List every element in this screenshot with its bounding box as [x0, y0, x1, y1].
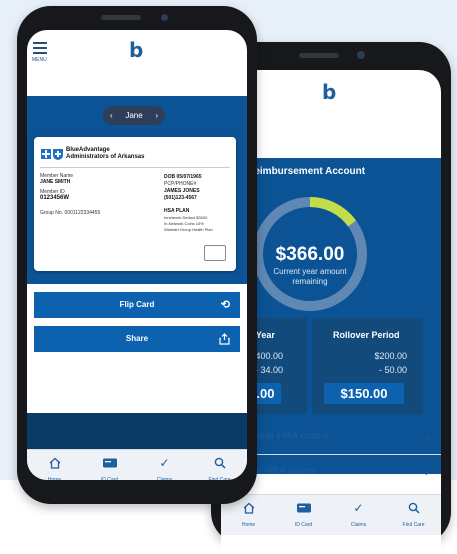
front-phone: MENU b ‹ Jane › BlueAdvantage Administra…	[17, 6, 257, 504]
menu-label: MENU	[32, 57, 47, 63]
member-name-value: JANE SMITH	[40, 179, 71, 185]
tab-label: Home	[47, 477, 62, 480]
current-year-deduction: - 34.00	[254, 365, 283, 375]
id-card: BlueAdvantage Administrators of Arkansas…	[34, 137, 236, 271]
menu-icon[interactable]	[33, 42, 47, 54]
tab-home[interactable]: Home	[27, 450, 82, 480]
share-icon	[219, 326, 230, 355]
rollover-amount: $200.00	[374, 351, 407, 361]
chevron-right-icon: ›	[425, 430, 429, 444]
suitcase-icon	[204, 245, 226, 261]
group-number: Group No. 0001122334455	[40, 210, 101, 216]
tab-find-care[interactable]: Find Care	[386, 495, 441, 535]
tab-claims[interactable]: ✓ Claims	[137, 450, 192, 480]
id-card-screen: MENU b ‹ Jane › BlueAdvantage Administra…	[27, 30, 247, 480]
tab-label: Find Care	[208, 477, 231, 480]
tab-id-card[interactable]: ID Card	[276, 495, 331, 535]
tab-bar: Home ID Card ✓ Claims Find Care	[221, 494, 441, 535]
rollover-title: Rollover Period	[333, 330, 400, 340]
flip-card-label: Flip Card	[119, 300, 155, 309]
rollover-deduction: - 50.00	[378, 365, 407, 375]
tab-bar: Home ID Card ✓ Claims Find Care	[27, 449, 247, 480]
insurer-name: BlueAdvantage	[66, 147, 110, 153]
card-divider	[40, 167, 230, 168]
tab-label: Claims	[350, 522, 367, 528]
app-logo: b	[129, 38, 144, 62]
app-logo: b	[322, 80, 337, 104]
tab-find-care[interactable]: Find Care	[192, 450, 247, 480]
pcp-label: PCP/PHONE#	[164, 181, 197, 187]
tab-claims[interactable]: ✓ Claims	[331, 495, 386, 535]
camera-icon	[357, 51, 365, 59]
speaker-grille	[101, 15, 141, 20]
plan-coinsurance: In-Network Coins 10%	[164, 221, 204, 226]
check-icon: ✓	[353, 501, 364, 515]
rollover-panel: Rollover Period $200.00 - 50.00 $150.00	[312, 318, 423, 414]
chevron-right-icon[interactable]: ›	[155, 106, 158, 125]
plan-deductible: Innetwork Deduct $3000	[164, 215, 208, 220]
flip-card-button[interactable]: Flip Card ⟲	[34, 292, 240, 318]
rotate-icon: ⟲	[220, 299, 230, 311]
tab-label: Home	[241, 522, 256, 528]
home-icon	[221, 501, 276, 519]
plan-group: Walmart Group Health Plan	[164, 227, 213, 232]
blue-cross-shield-icon	[41, 149, 63, 160]
speaker-grille	[299, 53, 339, 58]
member-name-label: Jane	[125, 111, 143, 120]
tab-label: Claims	[156, 477, 173, 480]
pcp-phone: (501)123-4567	[164, 195, 197, 201]
plan-title: HSA PLAN	[164, 208, 190, 214]
search-icon	[192, 456, 247, 474]
insurer-name-2: Administrators of Arkansas	[66, 154, 145, 160]
home-icon	[27, 456, 82, 474]
pcp-name: JAMES JONES	[164, 188, 200, 194]
camera-icon	[161, 14, 168, 21]
share-label: Share	[125, 334, 149, 343]
id-card-icon	[82, 456, 137, 474]
dob: DOB 05/07/1965	[164, 174, 202, 180]
id-card-icon	[276, 501, 331, 519]
tab-id-card[interactable]: ID Card	[82, 450, 137, 480]
chevron-left-icon[interactable]: ‹	[110, 106, 113, 125]
rollover-total: $150.00	[324, 383, 404, 404]
check-icon: ✓	[159, 456, 170, 470]
chevron-right-icon: ›	[425, 465, 429, 479]
tab-label: ID Card	[294, 522, 313, 528]
search-icon	[386, 501, 441, 519]
member-selector[interactable]: ‹ Jane ›	[103, 106, 165, 125]
tab-label: Find Care	[402, 522, 425, 528]
member-id-value: 0123456W	[40, 195, 70, 201]
tab-label: ID Card	[100, 477, 119, 480]
share-button[interactable]: Share	[34, 326, 240, 352]
